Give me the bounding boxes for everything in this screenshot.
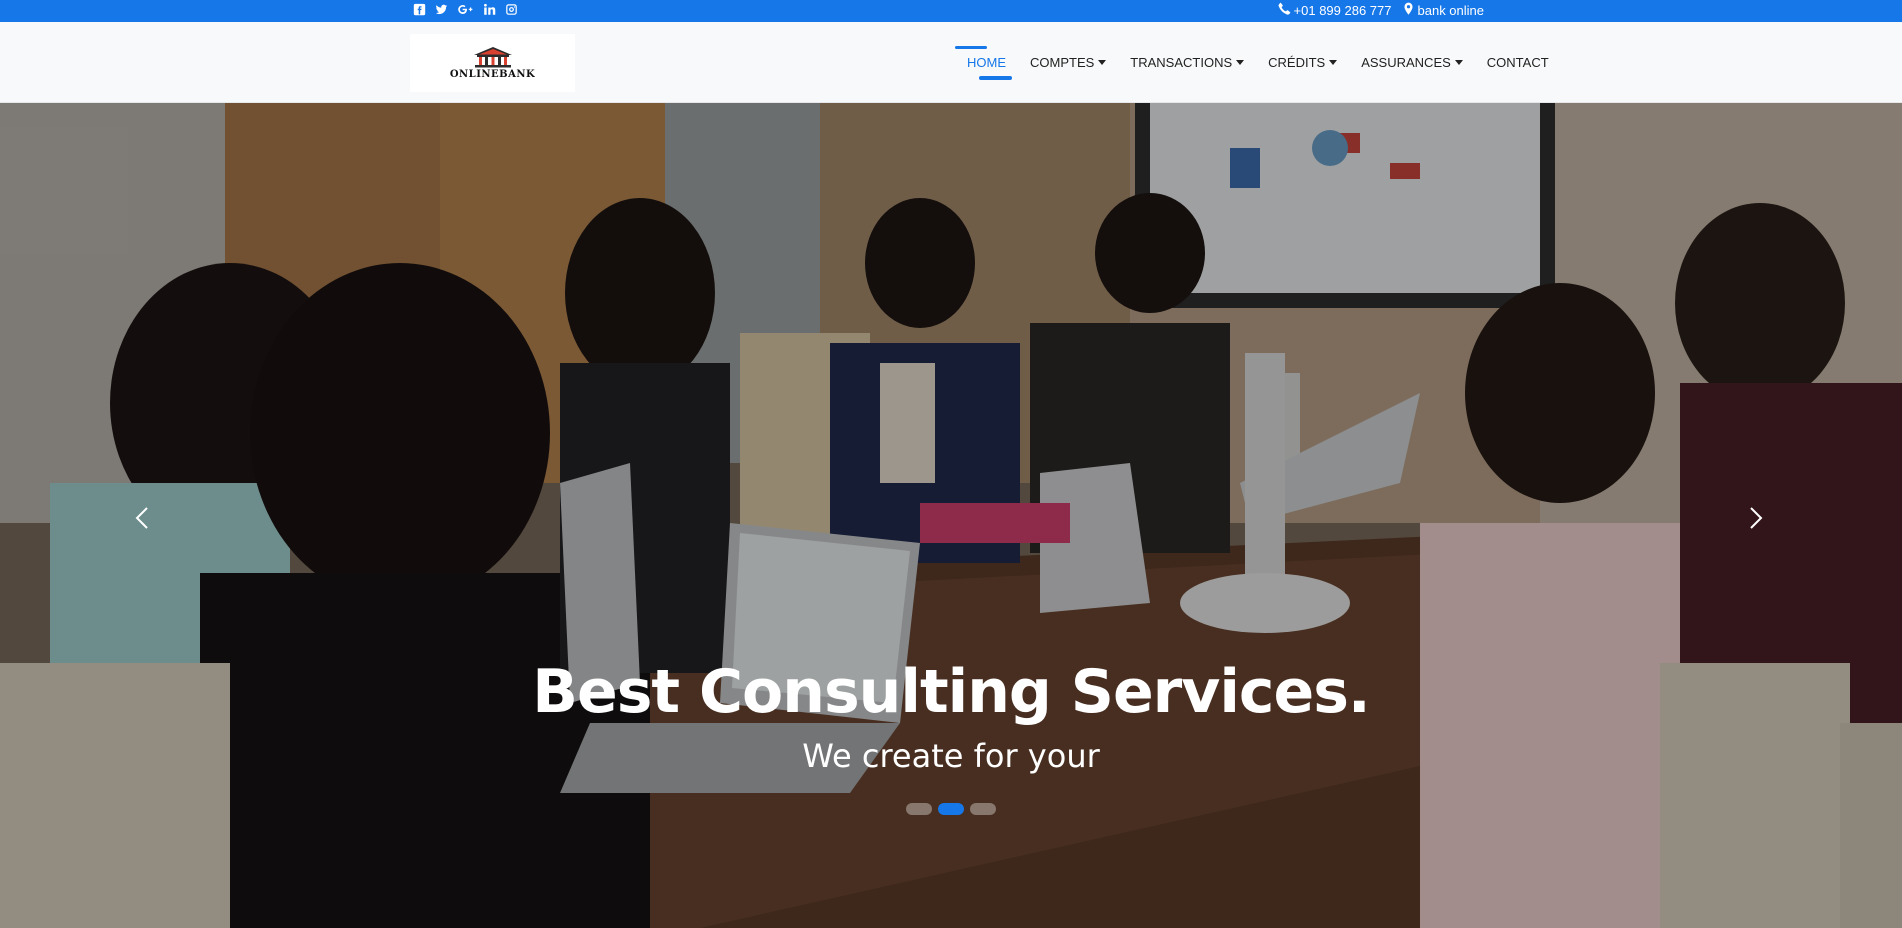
chevron-left-icon bbox=[135, 507, 148, 529]
carousel-prev-button[interactable] bbox=[128, 503, 158, 533]
phone-icon bbox=[1278, 2, 1291, 18]
nav-item-assurances[interactable]: ASSURANCES bbox=[1349, 22, 1475, 102]
carousel-indicator-2[interactable] bbox=[938, 803, 964, 815]
nav-item-transactions[interactable]: TRANSACTIONS bbox=[1118, 22, 1256, 102]
nav-item-credits[interactable]: CRÉDITS bbox=[1256, 22, 1349, 102]
nav-label: HOME bbox=[967, 54, 1006, 70]
bank-house-icon bbox=[468, 46, 518, 68]
map-marker-icon bbox=[1402, 2, 1415, 18]
location-contact[interactable]: bank online bbox=[1402, 2, 1485, 18]
nav-label: CRÉDITS bbox=[1268, 54, 1326, 70]
contact-info: +01 899 286 777 bank online bbox=[1278, 2, 1484, 18]
top-bar: +01 899 286 777 bank online bbox=[0, 0, 1902, 22]
location-text: bank online bbox=[1417, 2, 1485, 18]
nav-label: CONTACT bbox=[1486, 54, 1549, 70]
main-navbar: ONLINEBANK HOME COMPTES TRANSACTIONS CRÉ… bbox=[0, 22, 1902, 103]
hero-subtitle: We create for your bbox=[802, 737, 1100, 775]
nav-item-comptes[interactable]: COMPTES bbox=[1018, 22, 1118, 102]
chevron-right-icon bbox=[1750, 507, 1763, 529]
hero-carousel: Best Consulting Services. We create for … bbox=[0, 103, 1902, 928]
carousel-indicator-3[interactable] bbox=[970, 803, 996, 815]
caret-down-icon bbox=[1454, 60, 1463, 65]
caret-down-icon bbox=[1329, 60, 1338, 65]
carousel-indicators bbox=[906, 803, 996, 815]
site-logo[interactable]: ONLINEBANK bbox=[410, 34, 575, 92]
instagram-icon[interactable] bbox=[504, 2, 518, 16]
social-links bbox=[412, 2, 518, 16]
facebook-icon[interactable] bbox=[412, 2, 426, 16]
nav-item-contact[interactable]: CONTACT bbox=[1475, 22, 1561, 102]
logo-text: ONLINEBANK bbox=[449, 69, 536, 80]
phone-contact[interactable]: +01 899 286 777 bbox=[1278, 2, 1392, 18]
nav-label: ASSURANCES bbox=[1361, 54, 1451, 70]
nav-label: COMPTES bbox=[1030, 54, 1095, 70]
twitter-icon[interactable] bbox=[434, 2, 448, 16]
caret-down-icon bbox=[1098, 60, 1107, 65]
hero-title: Best Consulting Services. bbox=[532, 657, 1370, 727]
carousel-next-button[interactable] bbox=[1740, 503, 1770, 533]
google-plus-icon[interactable] bbox=[456, 2, 474, 16]
phone-number: +01 899 286 777 bbox=[1293, 2, 1392, 18]
carousel-indicator-1[interactable] bbox=[906, 803, 932, 815]
caret-down-icon bbox=[1236, 60, 1245, 65]
linkedin-icon[interactable] bbox=[482, 2, 496, 16]
nav-item-home[interactable]: HOME bbox=[955, 22, 1018, 102]
nav-menu: HOME COMPTES TRANSACTIONS CRÉDITS ASSURA… bbox=[955, 22, 1561, 102]
nav-label: TRANSACTIONS bbox=[1130, 54, 1233, 70]
